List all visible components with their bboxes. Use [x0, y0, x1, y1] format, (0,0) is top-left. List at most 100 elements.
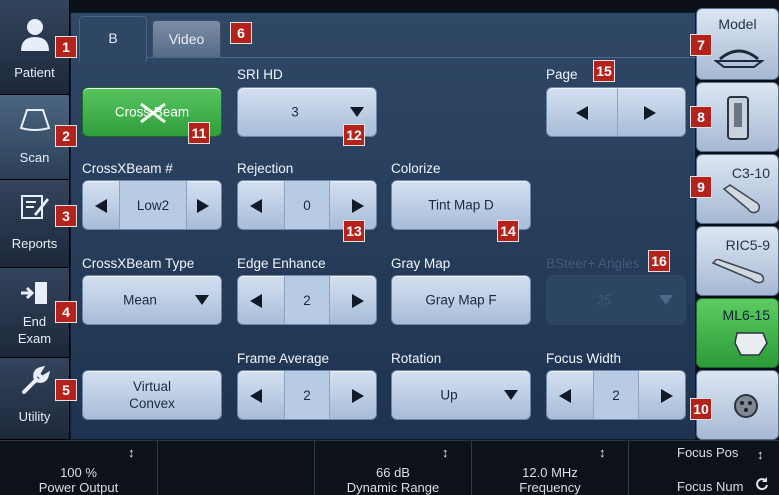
left-arrow-icon: [95, 199, 107, 213]
crossxbeam-num-increase[interactable]: [185, 181, 221, 229]
focus-pos-label: Focus Pos: [677, 445, 739, 460]
edge-enhance-increase[interactable]: [340, 276, 376, 324]
crossxbeam-num-decrease[interactable]: [83, 181, 119, 229]
dynamic-range-name: Dynamic Range: [346, 480, 440, 495]
sri-hd-value: 3: [291, 104, 299, 120]
left-arrow-icon: [576, 106, 588, 120]
focus-width-value: 2: [593, 371, 639, 419]
callout-badge: 6: [230, 22, 252, 44]
frame-average-decrease[interactable]: [238, 371, 274, 419]
left-arrow-icon: [559, 389, 571, 403]
right-arrow-icon: [352, 294, 364, 308]
crossxbeam-type-dropdown[interactable]: Mean: [82, 275, 222, 325]
dropdown-arrow-icon: [195, 295, 209, 305]
crossxbeam-num-label: CrossXBeam #: [82, 161, 173, 176]
crossxbeam-type-label: CrossXBeam Type: [82, 256, 195, 271]
nav-patient-label: Patient: [14, 65, 55, 80]
updown-arrow-icon: ↕: [442, 445, 449, 460]
empty-cell: [158, 441, 315, 495]
right-arrow-icon: [352, 389, 364, 403]
dynamic-range-control[interactable]: ↕ 66 dB Dynamic Range: [315, 441, 472, 495]
callout-badge: 11: [188, 122, 210, 144]
crossbeam-x-icon: [140, 102, 166, 124]
focus-width-stepper: 2: [546, 370, 686, 420]
nav-reports-label: Reports: [11, 236, 58, 251]
person-icon: [21, 19, 49, 51]
probe-ric5-9-button[interactable]: RIC5-9: [696, 226, 779, 296]
connector-icon: [734, 394, 758, 418]
dropdown-arrow-icon: [350, 107, 364, 117]
dropdown-arrow-icon: [659, 295, 673, 305]
frequency-control[interactable]: ↕ 12.0 MHz Frequency: [472, 441, 629, 495]
edge-enhance-stepper: 2: [237, 275, 377, 325]
edge-enhance-value: 2: [284, 276, 330, 324]
callout-badge: 3: [55, 205, 77, 227]
colorize-value: Tint Map D: [428, 197, 494, 213]
callout-badge: 2: [55, 125, 77, 147]
rejection-decrease[interactable]: [238, 181, 274, 229]
callout-badge: 8: [690, 106, 712, 128]
updown-arrow-icon: ↕: [599, 445, 606, 460]
focus-width-label: Focus Width: [546, 351, 622, 366]
wrench-icon: [22, 366, 50, 394]
callout-badge: 4: [55, 301, 77, 323]
probe-model-label: Model: [718, 16, 757, 32]
probe-ml6-15-button[interactable]: ML6-15: [696, 298, 779, 368]
linear-probe-icon: [727, 96, 749, 140]
gray-map-button[interactable]: Gray Map F: [391, 275, 531, 325]
frame-average-increase[interactable]: [340, 371, 376, 419]
dynamic-range-value: 66 dB: [376, 465, 410, 480]
report-edit-icon: [21, 195, 49, 219]
power-output-name: Power Output: [38, 480, 119, 495]
callout-badge: 15: [593, 60, 615, 82]
callout-badge: 5: [55, 379, 77, 401]
linear-probe-icon: [734, 332, 768, 356]
rotation-dropdown[interactable]: Up: [391, 370, 531, 420]
probe-ml6-15-label: ML6-15: [722, 307, 770, 323]
page-prev-button[interactable]: [547, 88, 617, 136]
tab-video[interactable]: Video: [152, 20, 221, 58]
crossxbeam-num-value: Low2: [119, 181, 187, 229]
frame-average-value: 2: [284, 371, 330, 419]
page-stepper: [546, 87, 686, 137]
focus-width-increase[interactable]: [649, 371, 685, 419]
virtual-convex-line1: Virtual: [132, 379, 172, 394]
power-output-control[interactable]: ↕ 100 % Power Output: [0, 441, 158, 495]
bottom-status-bar: ↕ 100 % Power Output ↕ 66 dB Dynamic Ran…: [0, 440, 779, 495]
power-output-value: 100 %: [60, 465, 97, 480]
edge-enhance-decrease[interactable]: [238, 276, 274, 324]
nav-utility-label: Utility: [18, 409, 51, 424]
page-next-button[interactable]: [615, 88, 685, 136]
probe-scan-icon: [19, 109, 51, 131]
callout-badge: 13: [343, 220, 365, 242]
probe-model-icon: [714, 49, 764, 68]
callout-badge: 7: [690, 34, 712, 56]
sri-hd-label: SRI HD: [237, 67, 283, 82]
right-arrow-icon: [661, 389, 673, 403]
probe-ric5-9-label: RIC5-9: [725, 237, 770, 253]
bsteer-value: 25: [596, 292, 612, 308]
virtual-convex-text: Virtual Convex: [83, 378, 221, 412]
callout-badge: 10: [690, 398, 712, 420]
callout-badge: 9: [690, 176, 712, 198]
right-arrow-icon: [197, 199, 209, 213]
virtual-convex-button[interactable]: Virtual Convex: [82, 370, 222, 420]
nav-scan-label: Scan: [19, 150, 50, 165]
exit-door-icon: [21, 282, 47, 304]
nav-exam-label: Exam: [17, 331, 52, 346]
left-arrow-icon: [250, 199, 262, 213]
tab-b[interactable]: B: [79, 16, 147, 62]
focus-control[interactable]: Focus Pos ↕ Focus Num: [629, 441, 779, 495]
curved-probe-icon: [722, 184, 761, 214]
bsteer-label: BSteer+ Angles: [546, 256, 640, 271]
ultrasound-control-screen: Patient Scan Reports End Exam Utility B …: [0, 0, 779, 495]
focus-width-decrease[interactable]: [547, 371, 583, 419]
virtual-convex-line2: Convex: [129, 396, 175, 411]
edge-enhance-label: Edge Enhance: [237, 256, 326, 271]
rotation-label: Rotation: [391, 351, 442, 366]
right-arrow-icon: [352, 199, 364, 213]
callout-badge: 12: [343, 124, 365, 146]
callout-badge: 1: [55, 36, 77, 58]
colorize-label: Colorize: [391, 161, 441, 176]
frequency-name: Frequency: [519, 480, 581, 495]
